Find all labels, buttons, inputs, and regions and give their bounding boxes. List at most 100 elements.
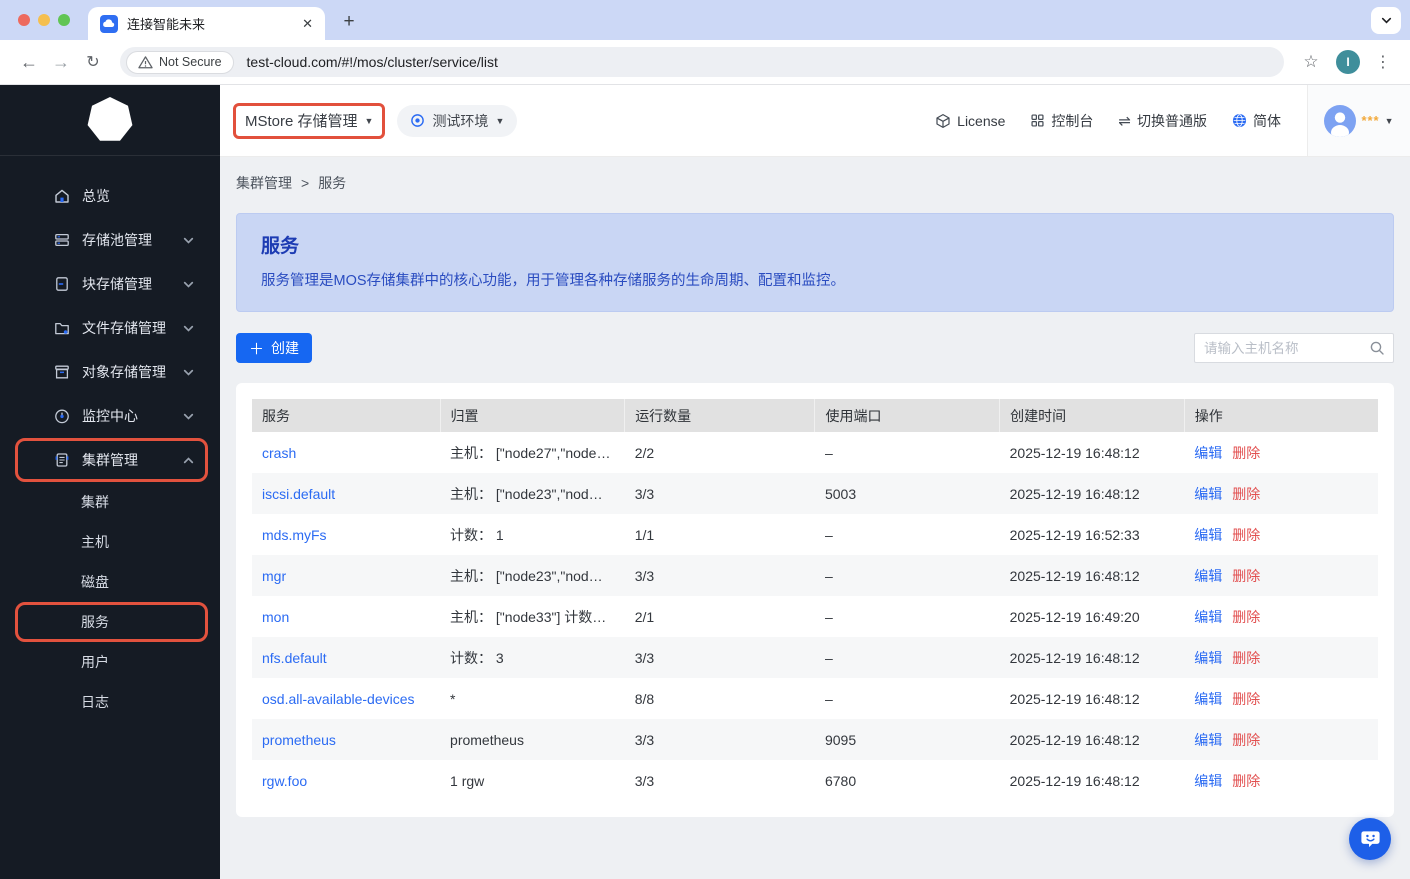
license-icon (935, 113, 951, 129)
window-controls (18, 14, 70, 26)
breadcrumb-section[interactable]: 集群管理 (236, 173, 292, 193)
delete-link[interactable]: 删除 (1232, 609, 1260, 625)
chevron-down-icon (182, 234, 195, 247)
edit-link[interactable]: 编辑 (1194, 691, 1222, 707)
delete-link[interactable]: 删除 (1232, 445, 1260, 461)
delete-link[interactable]: 删除 (1232, 527, 1260, 543)
tab-strip-chevron-down-icon[interactable] (1371, 7, 1401, 34)
globe-icon (1232, 113, 1247, 128)
search-input[interactable] (1204, 340, 1369, 356)
service-link[interactable]: mon (262, 609, 289, 625)
sidebar-item-object-storage[interactable]: 对象存储管理 (15, 350, 208, 394)
delete-link[interactable]: 删除 (1232, 691, 1260, 707)
browser-tab[interactable]: 连接智能未来 ✕ (88, 7, 325, 40)
delete-link[interactable]: 删除 (1232, 732, 1260, 748)
edit-link[interactable]: 编辑 (1194, 527, 1222, 543)
sidebar-item-cluster-management[interactable]: 集群管理 (15, 438, 208, 482)
maximize-window-button[interactable] (58, 14, 70, 26)
header-action-console[interactable]: 控制台 (1030, 111, 1093, 131)
masked-username: *** (1361, 113, 1380, 128)
environment-label: 测试环境 (432, 112, 489, 129)
sidebar-subitem-logs[interactable]: 日志 (15, 682, 208, 722)
running-count-cell: 3/3 (634, 649, 655, 666)
service-link[interactable]: nfs.default (262, 650, 327, 666)
url-text: test-cloud.com/#!/mos/cluster/service/li… (246, 54, 498, 70)
sidebar-subitem-disks[interactable]: 磁盘 (15, 562, 208, 602)
address-bar[interactable]: Not Secure test-cloud.com/#!/mos/cluster… (120, 47, 1284, 77)
placement-cell: prometheus (450, 731, 524, 748)
chevron-down-icon (182, 410, 195, 423)
header-action-language-simplified[interactable]: 简体 (1232, 111, 1281, 131)
environment-selector[interactable]: 测试环境 ▼ (397, 104, 518, 137)
service-link[interactable]: crash (262, 445, 296, 461)
running-count-cell: 3/3 (634, 772, 655, 789)
table-row-osd.all-available-devices: osd.all-available-devices * 8/8 – 2025-12-19… (252, 678, 1378, 719)
sidebar-item-block-storage[interactable]: 块存储管理 (15, 262, 208, 306)
user-menu[interactable]: *** ▼ (1307, 85, 1410, 156)
service-link[interactable]: rgw.foo (262, 773, 307, 789)
logo[interactable] (0, 85, 220, 155)
forward-icon[interactable]: → (46, 47, 76, 77)
running-count-cell: 2/1 (634, 608, 655, 625)
service-link[interactable]: osd.all-available-devices (262, 691, 415, 707)
placement-cell: 主机： ["node27","node… (450, 444, 611, 461)
minimize-window-button[interactable] (38, 14, 50, 26)
reload-icon[interactable]: ↻ (78, 47, 108, 77)
sidebar-item-overview[interactable]: 总览 (15, 174, 208, 218)
created-time-cell: 2025-12-19 16:48:12 (1009, 772, 1140, 789)
delete-link[interactable]: 删除 (1232, 650, 1260, 666)
placement-cell: 主机： ["node23","nod… (450, 567, 603, 584)
screen: 连接智能未来 ✕ + ← → ↻ Not Secure test-cloud.c… (0, 0, 1410, 879)
header-action-license[interactable]: License (935, 113, 1005, 129)
chevron-down-icon (182, 366, 195, 379)
content-column: MStore 存储管理 ▼ 测试环境 ▼ License 控制台 ⇌ 切换普通版 简体 (220, 85, 1410, 879)
browser-toolbar: ← → ↻ Not Secure test-cloud.com/#!/mos/c… (0, 40, 1410, 85)
edit-link[interactable]: 编辑 (1194, 773, 1222, 789)
sidebar-item-storage-pool[interactable]: 存储池管理 (15, 218, 208, 262)
service-link[interactable]: mgr (262, 568, 286, 584)
sidebar-subitem-users[interactable]: 用户 (15, 642, 208, 682)
close-window-button[interactable] (18, 14, 30, 26)
edit-link[interactable]: 编辑 (1194, 568, 1222, 584)
search-box (1194, 333, 1394, 363)
sidebar-item-monitor-center[interactable]: 监控中心 (15, 394, 208, 438)
chat-bubble-icon (1359, 828, 1382, 851)
service-link[interactable]: mds.myFs (262, 527, 327, 543)
service-link[interactable]: prometheus (262, 732, 336, 748)
placement-cell: 主机： ["node33"] 计数… (450, 608, 607, 625)
console-icon (1030, 113, 1045, 128)
bookmark-star-icon[interactable]: ☆ (1296, 47, 1326, 77)
breadcrumb-separator: > (301, 175, 310, 191)
placement-cell: 计数： 1 (450, 526, 504, 543)
edit-link[interactable]: 编辑 (1194, 445, 1222, 461)
browser-profile-avatar[interactable]: I (1336, 50, 1360, 74)
delete-link[interactable]: 删除 (1232, 486, 1260, 502)
header-action-switch-normal[interactable]: ⇌ 切换普通版 (1118, 111, 1207, 131)
not-secure-badge[interactable]: Not Secure (126, 50, 234, 74)
tab-close-icon[interactable]: ✕ (300, 16, 315, 32)
column-header: 服务 (252, 399, 441, 432)
edit-link[interactable]: 编辑 (1194, 732, 1222, 748)
security-label: Not Secure (159, 55, 222, 69)
create-button[interactable]: ＋ 创建 (236, 333, 313, 363)
service-link[interactable]: iscsi.default (262, 486, 335, 502)
table-row-mgr: mgr 主机： ["node23","nod… 3/3 – 2025-12-19 16:… (252, 555, 1378, 596)
edit-link[interactable]: 编辑 (1194, 650, 1222, 666)
back-icon[interactable]: ← (14, 47, 44, 77)
chevron-down-icon (182, 322, 195, 335)
delete-link[interactable]: 删除 (1232, 773, 1260, 789)
monitor-icon (53, 407, 71, 425)
browser-menu-kebab-icon[interactable]: ⋮ (1370, 47, 1396, 77)
sidebar-subitem-hosts[interactable]: 主机 (15, 522, 208, 562)
sidebar-subitem-services[interactable]: 服务 (15, 602, 208, 642)
favicon-cloud-icon (100, 14, 118, 33)
sidebar-subitem-cluster[interactable]: 集群 (15, 482, 208, 522)
new-tab-button[interactable]: + (335, 8, 363, 36)
chat-support-button[interactable] (1349, 818, 1391, 860)
sidebar-item-file-storage[interactable]: 文件存储管理 (15, 306, 208, 350)
edit-link[interactable]: 编辑 (1194, 609, 1222, 625)
search-icon[interactable] (1369, 340, 1385, 356)
edit-link[interactable]: 编辑 (1194, 486, 1222, 502)
product-switcher[interactable]: MStore 存储管理 ▼ (233, 102, 386, 139)
delete-link[interactable]: 删除 (1232, 568, 1260, 584)
